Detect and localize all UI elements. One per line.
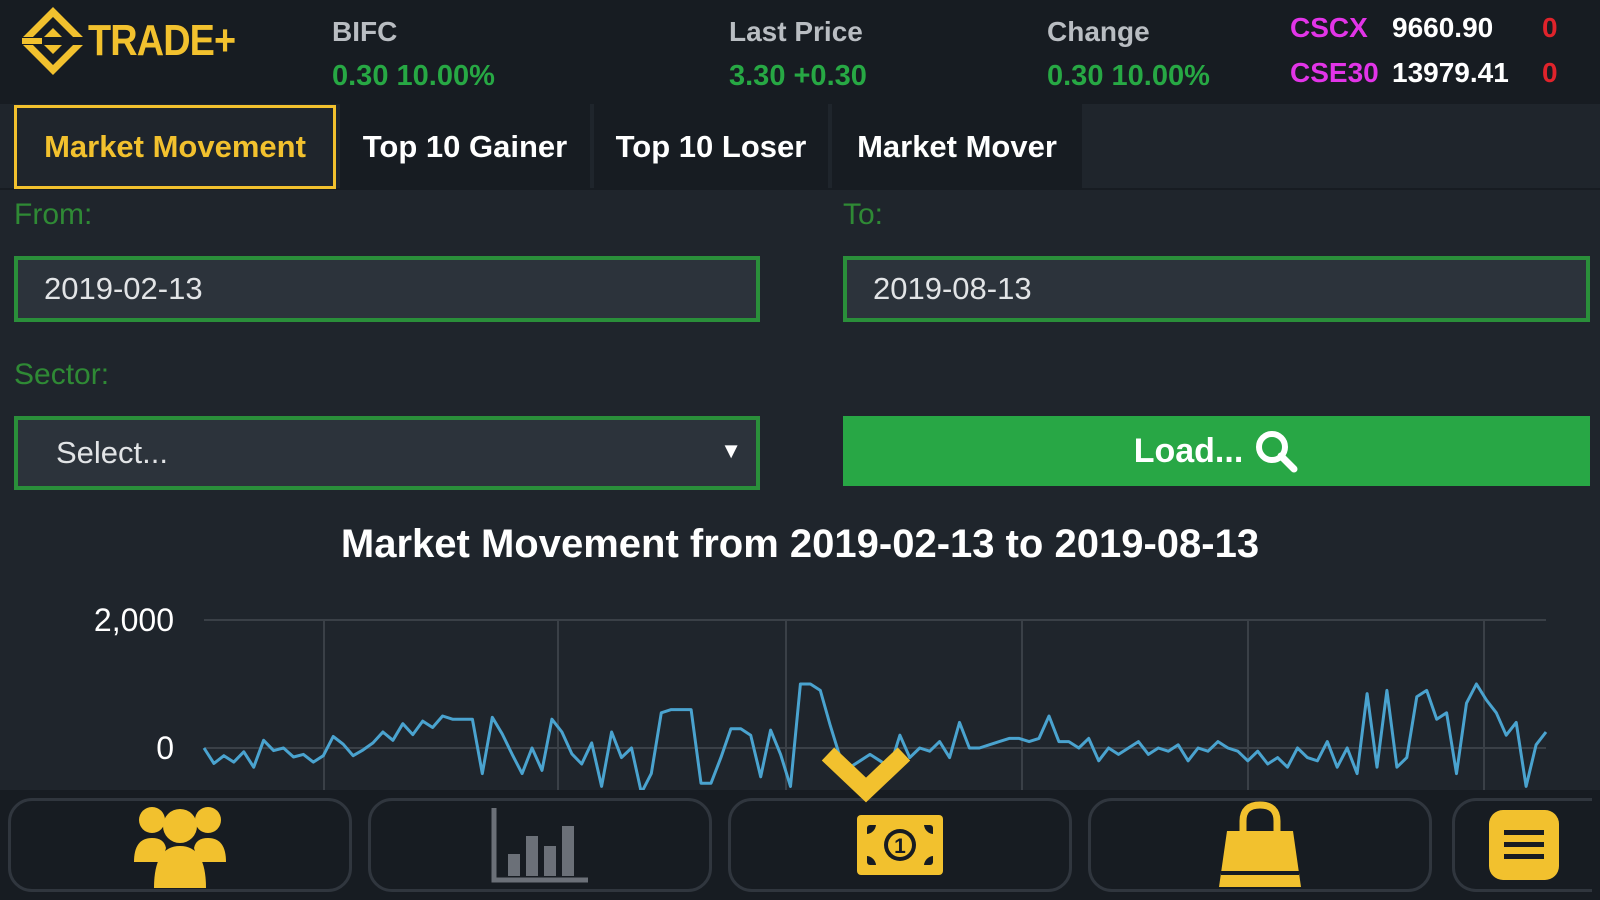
change-value: 0.30 10.00% bbox=[1047, 60, 1210, 92]
menu-icon bbox=[1488, 810, 1559, 880]
stock-block: BIFC 0.30 10.00% bbox=[332, 16, 495, 93]
search-icon bbox=[1256, 431, 1298, 473]
chevron-down-icon bbox=[821, 747, 911, 803]
top-header: TRADE+ BIFC 0.30 10.00% Last Price 3.30 … bbox=[0, 0, 1600, 104]
sector-label: Sector: bbox=[14, 358, 110, 391]
stock-symbol: BIFC bbox=[332, 16, 398, 47]
svg-text:1: 1 bbox=[894, 835, 906, 858]
to-label: To: bbox=[843, 198, 884, 231]
dropdown-arrow-icon: ▼ bbox=[720, 438, 742, 463]
index-row: CSCX 9660.90 0 bbox=[1290, 12, 1558, 44]
chart-title: Market Movement from 2019-02-13 to 2019-… bbox=[340, 522, 1260, 566]
index-value: 9660.90 bbox=[1392, 12, 1494, 43]
index-change: 0 bbox=[1542, 12, 1558, 43]
tab-top-10-loser[interactable]: Top 10 Loser bbox=[594, 104, 828, 190]
y-tick-label: 2,000 bbox=[94, 602, 174, 638]
to-date-field[interactable]: 2019-08-13 bbox=[843, 256, 1590, 322]
last-price-value: 3.30 +0.30 bbox=[729, 60, 867, 92]
nav-menu-button[interactable] bbox=[1452, 798, 1592, 892]
logo-diamond-icon bbox=[18, 7, 88, 75]
nav-people-button[interactable] bbox=[8, 798, 352, 892]
bar-chart-icon bbox=[491, 808, 588, 883]
index-change: 0 bbox=[1542, 57, 1558, 88]
last-price-label: Last Price bbox=[729, 16, 863, 47]
tab-market-mover[interactable]: Market Mover bbox=[832, 104, 1082, 190]
bottom-nav: 1 bbox=[0, 790, 1600, 900]
index-name: CSE30 bbox=[1290, 57, 1379, 88]
last-price-block: Last Price 3.30 +0.30 bbox=[729, 16, 867, 93]
from-date-field[interactable]: 2019-02-13 bbox=[14, 256, 760, 322]
load-button[interactable]: Load... bbox=[843, 416, 1590, 486]
money-icon: 1 bbox=[857, 815, 943, 875]
change-block: Change 0.30 10.00% bbox=[1047, 16, 1210, 93]
stock-change-value: 0.30 10.00% bbox=[332, 60, 495, 92]
change-label: Change bbox=[1047, 16, 1150, 47]
nav-chart-button[interactable] bbox=[368, 798, 712, 892]
from-label: From: bbox=[14, 198, 93, 231]
nav-bag-button[interactable] bbox=[1088, 798, 1432, 892]
people-icon bbox=[134, 807, 226, 888]
shopping-bag-icon bbox=[1219, 801, 1301, 887]
index-value: 13979.41 bbox=[1392, 57, 1509, 88]
nav-money-button[interactable]: 1 bbox=[728, 798, 1072, 892]
tab-market-movement[interactable]: Market Movement bbox=[14, 105, 336, 189]
sector-select[interactable]: Select... ▼ bbox=[14, 416, 760, 490]
index-row: CSE30 13979.41 0 bbox=[1290, 57, 1558, 89]
index-name: CSCX bbox=[1290, 12, 1368, 43]
tab-bar: Market Movement Top 10 Gainer Top 10 Los… bbox=[14, 104, 1086, 190]
logo-text: TRADE+ bbox=[88, 16, 236, 65]
sector-select-value: Select... bbox=[56, 435, 168, 470]
load-button-label: Load... bbox=[1133, 431, 1244, 470]
y-tick-label: 0 bbox=[156, 730, 174, 766]
app-logo[interactable]: TRADE+ bbox=[18, 6, 259, 76]
tab-top-10-gainer[interactable]: Top 10 Gainer bbox=[340, 104, 590, 190]
market-movement-chart: 2,000 0 bbox=[94, 602, 1548, 790]
